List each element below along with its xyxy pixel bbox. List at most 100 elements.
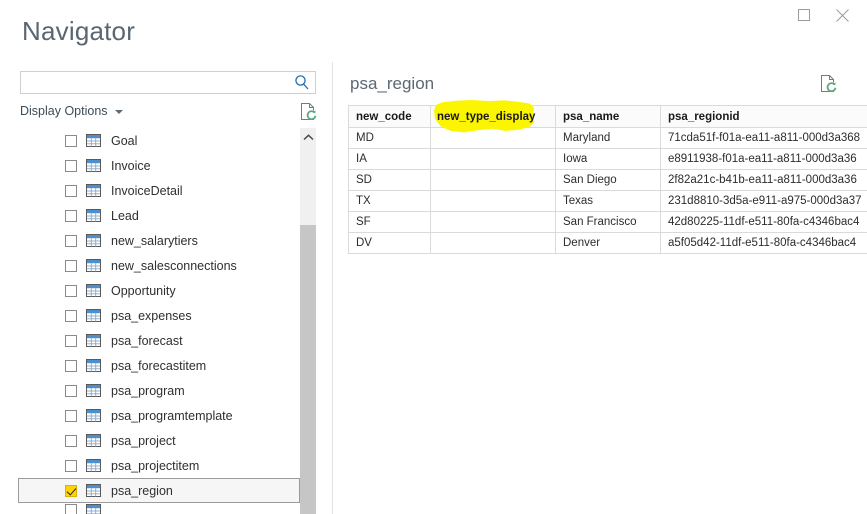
table-icon: [86, 234, 101, 247]
column-header-psa_name[interactable]: psa_name: [555, 105, 661, 128]
window-controls: [789, 0, 867, 30]
checkbox[interactable]: [65, 359, 77, 372]
table-icon: [86, 209, 101, 222]
checkbox[interactable]: [65, 209, 77, 222]
table-icon: [86, 284, 101, 297]
cell-new_code: DV: [348, 232, 431, 254]
tree-item-psa_forecast[interactable]: psa_forecast: [18, 328, 300, 353]
tree-item-Goal[interactable]: Goal: [18, 128, 300, 153]
checkbox[interactable]: [65, 134, 77, 147]
checkbox[interactable]: [65, 284, 77, 297]
tree-item-label: new_salarytiers: [111, 233, 198, 248]
tree-item-psa_forecastitem[interactable]: psa_forecastitem: [18, 353, 300, 378]
checkbox[interactable]: [65, 309, 77, 322]
table-icon: [86, 334, 101, 347]
preview-table-body: MD Maryland 71cda51f-f01a-ea11-a811-000d3a…: [348, 127, 867, 254]
checkbox[interactable]: [65, 234, 77, 247]
refresh-document-icon[interactable]: [300, 102, 317, 121]
table-icon: [86, 184, 101, 197]
checkbox[interactable]: [65, 434, 77, 447]
chevron-up-icon: [302, 128, 314, 146]
object-tree[interactable]: Goal Invoice InvoiceDetail Lead new_salaryti…: [18, 128, 318, 514]
search-icon[interactable]: [293, 74, 311, 91]
table-row[interactable]: SF San Francisco 42d80225-11df-e511-80fa-c…: [348, 211, 867, 233]
tree-item-label: psa_project: [111, 433, 176, 448]
checkbox[interactable]: [65, 504, 77, 514]
display-options-dropdown[interactable]: Display Options: [20, 104, 123, 118]
chevron-down-icon: [114, 110, 123, 114]
tree-item-new_salarytiers[interactable]: new_salarytiers: [18, 228, 300, 253]
table-icon: [86, 134, 101, 147]
checkbox[interactable]: [65, 409, 77, 422]
checkbox[interactable]: [65, 384, 77, 397]
tree-scrollbar[interactable]: [300, 128, 316, 514]
scrollbar-thumb[interactable]: [300, 225, 316, 514]
tree-item-label: psa_forecastitem: [111, 358, 207, 373]
preview-table-head: new_codenew_type_displaypsa_namepsa_regi…: [348, 105, 867, 128]
tree-item-partial[interactable]: [18, 503, 300, 514]
table-row[interactable]: DV Denver a5f05d42-11df-e511-80fa-c4346bac…: [348, 232, 867, 254]
table-header-row: new_codenew_type_displaypsa_namepsa_regi…: [348, 105, 867, 128]
tree-item-label: Opportunity: [111, 283, 176, 298]
tree-item-label: Goal: [111, 133, 138, 148]
tree-item-psa_region[interactable]: psa_region: [18, 478, 300, 503]
display-options-label: Display Options: [20, 104, 108, 118]
tree-item-psa_programtemplate[interactable]: psa_programtemplate: [18, 403, 300, 428]
table-icon: [86, 159, 101, 172]
maximize-icon: [798, 9, 810, 21]
tree-item-psa_projectitem[interactable]: psa_projectitem: [18, 453, 300, 478]
cell-new_code: IA: [348, 148, 431, 170]
cell-psa_regionid: 71cda51f-f01a-ea11-a811-000d3a368: [660, 127, 867, 149]
search-input[interactable]: [21, 72, 293, 93]
cell-psa_name: Iowa: [555, 148, 661, 170]
tree-item-Opportunity[interactable]: Opportunity: [18, 278, 300, 303]
tree-item-label: psa_programtemplate: [111, 408, 233, 423]
tree-item-label: psa_projectitem: [111, 458, 200, 473]
cell-psa_name: Maryland: [555, 127, 661, 149]
search-box[interactable]: [20, 71, 316, 94]
table-row[interactable]: SD San Diego 2f82a21c-b41b-ea11-a811-000d3…: [348, 169, 867, 191]
tree-item-label: psa_program: [111, 383, 185, 398]
object-tree-list: Goal Invoice InvoiceDetail Lead new_salaryti…: [18, 128, 300, 514]
table-icon: [86, 484, 101, 497]
cell-psa_regionid: e8911938-f01a-ea11-a811-000d3a36: [660, 148, 867, 170]
checkbox[interactable]: [65, 484, 77, 497]
table-icon: [86, 384, 101, 397]
table-row[interactable]: IA Iowa e8911938-f01a-ea11-a811-000d3a36: [348, 148, 867, 170]
cell-new_type_display: [430, 190, 556, 212]
column-header-psa_regionid[interactable]: psa_regionid: [660, 105, 867, 128]
checkbox[interactable]: [65, 334, 77, 347]
cell-psa_regionid: 231d8810-3d5a-e911-a975-000d3a37: [660, 190, 867, 212]
cell-psa_regionid: 42d80225-11df-e511-80fa-c4346bac4: [660, 211, 867, 233]
tree-item-label: psa_region: [111, 483, 173, 498]
checkbox[interactable]: [65, 184, 77, 197]
tree-item-Invoice[interactable]: Invoice: [18, 153, 300, 178]
column-header-new_type_display[interactable]: new_type_display: [430, 105, 556, 128]
tree-item-psa_project[interactable]: psa_project: [18, 428, 300, 453]
table-row[interactable]: TX Texas 231d8810-3d5a-e911-a975-000d3a37: [348, 190, 867, 212]
table-icon: [86, 459, 101, 472]
cell-new_type_display: [430, 232, 556, 254]
cell-new_type_display: [430, 169, 556, 191]
scroll-up-button[interactable]: [300, 128, 316, 145]
navigator-left-pane: Display Options Goal Invoice InvoiceDetail…: [0, 60, 332, 514]
close-button[interactable]: [827, 1, 857, 29]
checkbox[interactable]: [65, 159, 77, 172]
checkbox[interactable]: [65, 259, 77, 272]
tree-item-label: psa_forecast: [111, 333, 183, 348]
tree-item-psa_program[interactable]: psa_program: [18, 378, 300, 403]
table-row[interactable]: MD Maryland 71cda51f-f01a-ea11-a811-000d3a…: [348, 127, 867, 149]
table-icon: [86, 359, 101, 372]
close-icon: [835, 8, 849, 22]
tree-item-Lead[interactable]: Lead: [18, 203, 300, 228]
refresh-document-icon[interactable]: [820, 74, 837, 93]
maximize-button[interactable]: [789, 1, 819, 29]
table-icon: [86, 504, 101, 514]
tree-item-psa_expenses[interactable]: psa_expenses: [18, 303, 300, 328]
tree-item-new_salesconnections[interactable]: new_salesconnections: [18, 253, 300, 278]
table-icon: [86, 409, 101, 422]
checkbox[interactable]: [65, 459, 77, 472]
column-header-new_code[interactable]: new_code: [348, 105, 431, 128]
tree-item-label: InvoiceDetail: [111, 183, 183, 198]
tree-item-InvoiceDetail[interactable]: InvoiceDetail: [18, 178, 300, 203]
